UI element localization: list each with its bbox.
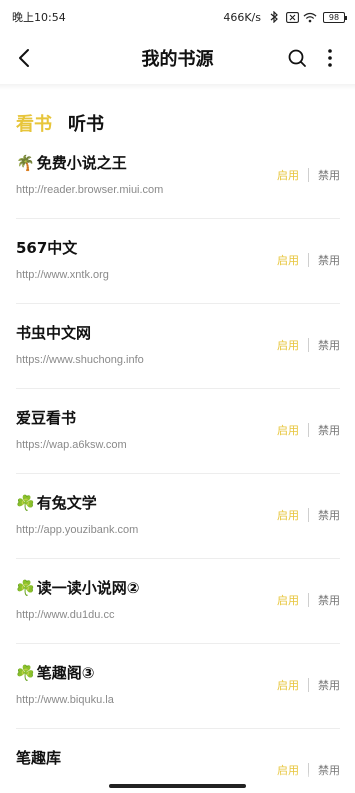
disable-button[interactable]: 禁用 bbox=[318, 422, 340, 438]
source-title: ☘️ 笔趣阁③ bbox=[16, 662, 94, 683]
disable-button[interactable]: 禁用 bbox=[318, 252, 340, 268]
app-header: 我的书源 bbox=[0, 34, 355, 82]
action-divider bbox=[308, 338, 309, 352]
source-title: 书虫中文网 bbox=[16, 322, 91, 343]
source-item[interactable]: ☘️ 有兔文学 http://app.youzibank.com 启用 禁用 bbox=[16, 474, 340, 559]
enable-button[interactable]: 启用 bbox=[277, 337, 299, 353]
enable-button[interactable]: 启用 bbox=[277, 252, 299, 268]
enable-button[interactable]: 启用 bbox=[277, 167, 299, 183]
page-title: 我的书源 bbox=[141, 49, 214, 70]
clover-icon: ☘️ bbox=[16, 493, 35, 512]
bottom-fade bbox=[0, 772, 355, 793]
disable-button[interactable]: 禁用 bbox=[318, 507, 340, 523]
enable-button[interactable]: 启用 bbox=[277, 422, 299, 438]
enable-button[interactable]: 启用 bbox=[277, 677, 299, 693]
source-url: http://reader.browser.miui.com bbox=[16, 184, 164, 196]
search-button[interactable] bbox=[283, 44, 311, 72]
source-actions: 启用 禁用 bbox=[277, 252, 340, 268]
source-name: 读一读小说网② bbox=[36, 579, 140, 597]
source-url: https://www.shuchong.info bbox=[16, 354, 144, 366]
disable-button[interactable]: 禁用 bbox=[318, 337, 340, 353]
source-actions: 启用 禁用 bbox=[277, 677, 340, 693]
status-icons: 466K/s 98 bbox=[223, 10, 347, 24]
source-item[interactable]: 书虫中文网 https://www.shuchong.info 启用 禁用 bbox=[16, 304, 340, 389]
action-divider bbox=[308, 253, 309, 267]
disable-button[interactable]: 禁用 bbox=[318, 677, 340, 693]
tab-read[interactable]: 看书 bbox=[16, 110, 52, 136]
more-vertical-icon bbox=[328, 49, 332, 67]
status-time: 晚上10:54 bbox=[12, 11, 66, 24]
source-actions: 启用 禁用 bbox=[277, 167, 340, 183]
source-item[interactable]: 🌴 免费小说之王 http://reader.browser.miui.com … bbox=[16, 134, 340, 219]
battery-level: 98 bbox=[328, 12, 340, 22]
clover-icon: ☘️ bbox=[16, 578, 35, 597]
sim-icon bbox=[285, 10, 299, 24]
source-name: 笔趣库 bbox=[16, 749, 62, 767]
source-name: 笔趣阁③ bbox=[36, 664, 95, 682]
source-item[interactable]: ☘️ 读一读小说网② http://www.du1du.cc 启用 禁用 bbox=[16, 559, 340, 644]
source-item[interactable]: 567中文 http://www.xntk.org 启用 禁用 bbox=[16, 219, 340, 304]
search-icon bbox=[288, 49, 306, 67]
source-title: 爱豆看书 bbox=[16, 407, 76, 428]
source-name: 免费小说之王 bbox=[36, 154, 127, 172]
source-list: 🌴 免费小说之王 http://reader.browser.miui.com … bbox=[16, 134, 340, 793]
source-actions: 启用 禁用 bbox=[277, 337, 340, 353]
action-divider bbox=[308, 168, 309, 182]
action-divider bbox=[308, 593, 309, 607]
source-url: https://wap.a6ksw.com bbox=[16, 439, 127, 451]
disable-button[interactable]: 禁用 bbox=[318, 592, 340, 608]
status-bar: 晚上10:54 466K/s 98 bbox=[0, 0, 355, 34]
source-actions: 启用 禁用 bbox=[277, 422, 340, 438]
palm-tree-icon: 🌴 bbox=[16, 153, 35, 172]
clover-icon: ☘️ bbox=[16, 663, 35, 682]
source-item[interactable]: 爱豆看书 https://wap.a6ksw.com 启用 禁用 bbox=[16, 389, 340, 474]
back-button[interactable] bbox=[10, 44, 38, 72]
network-speed: 466K/s bbox=[223, 10, 261, 24]
source-title: ☘️ 有兔文学 bbox=[16, 492, 97, 513]
tab-listen[interactable]: 听书 bbox=[68, 110, 104, 136]
bluetooth-icon bbox=[267, 10, 281, 24]
source-item[interactable]: ☘️ 笔趣阁③ http://www.biquku.la 启用 禁用 bbox=[16, 644, 340, 729]
source-actions: 启用 禁用 bbox=[277, 507, 340, 523]
source-url: http://www.du1du.cc bbox=[16, 609, 115, 621]
home-indicator[interactable] bbox=[109, 784, 246, 788]
source-title: ☘️ 读一读小说网② bbox=[16, 577, 139, 598]
source-url: http://www.xntk.org bbox=[16, 269, 109, 281]
header-divider bbox=[0, 84, 355, 90]
action-divider bbox=[308, 423, 309, 437]
disable-button[interactable]: 禁用 bbox=[318, 167, 340, 183]
source-title: 🌴 免费小说之王 bbox=[16, 152, 127, 173]
action-divider bbox=[308, 508, 309, 522]
screen: 晚上10:54 466K/s 98 我的书源 看书 听书 🌴 免费小说之王 ht… bbox=[0, 0, 355, 793]
enable-button[interactable]: 启用 bbox=[277, 507, 299, 523]
source-name: 爱豆看书 bbox=[16, 409, 77, 427]
enable-button[interactable]: 启用 bbox=[277, 592, 299, 608]
source-url: http://www.biquku.la bbox=[16, 694, 114, 706]
chevron-left-icon bbox=[19, 49, 29, 67]
more-options-button[interactable] bbox=[319, 44, 341, 72]
battery-icon: 98 bbox=[323, 11, 347, 23]
source-name: 有兔文学 bbox=[36, 494, 97, 512]
source-title: 笔趣库 bbox=[16, 747, 61, 768]
category-tabs: 看书 听书 bbox=[16, 110, 104, 136]
source-name: 567中文 bbox=[16, 239, 78, 257]
source-actions: 启用 禁用 bbox=[277, 592, 340, 608]
source-title: 567中文 bbox=[16, 237, 77, 258]
action-divider bbox=[308, 678, 309, 692]
source-url: http://app.youzibank.com bbox=[16, 524, 139, 536]
source-name: 书虫中文网 bbox=[16, 324, 92, 342]
wifi-icon bbox=[303, 10, 317, 24]
